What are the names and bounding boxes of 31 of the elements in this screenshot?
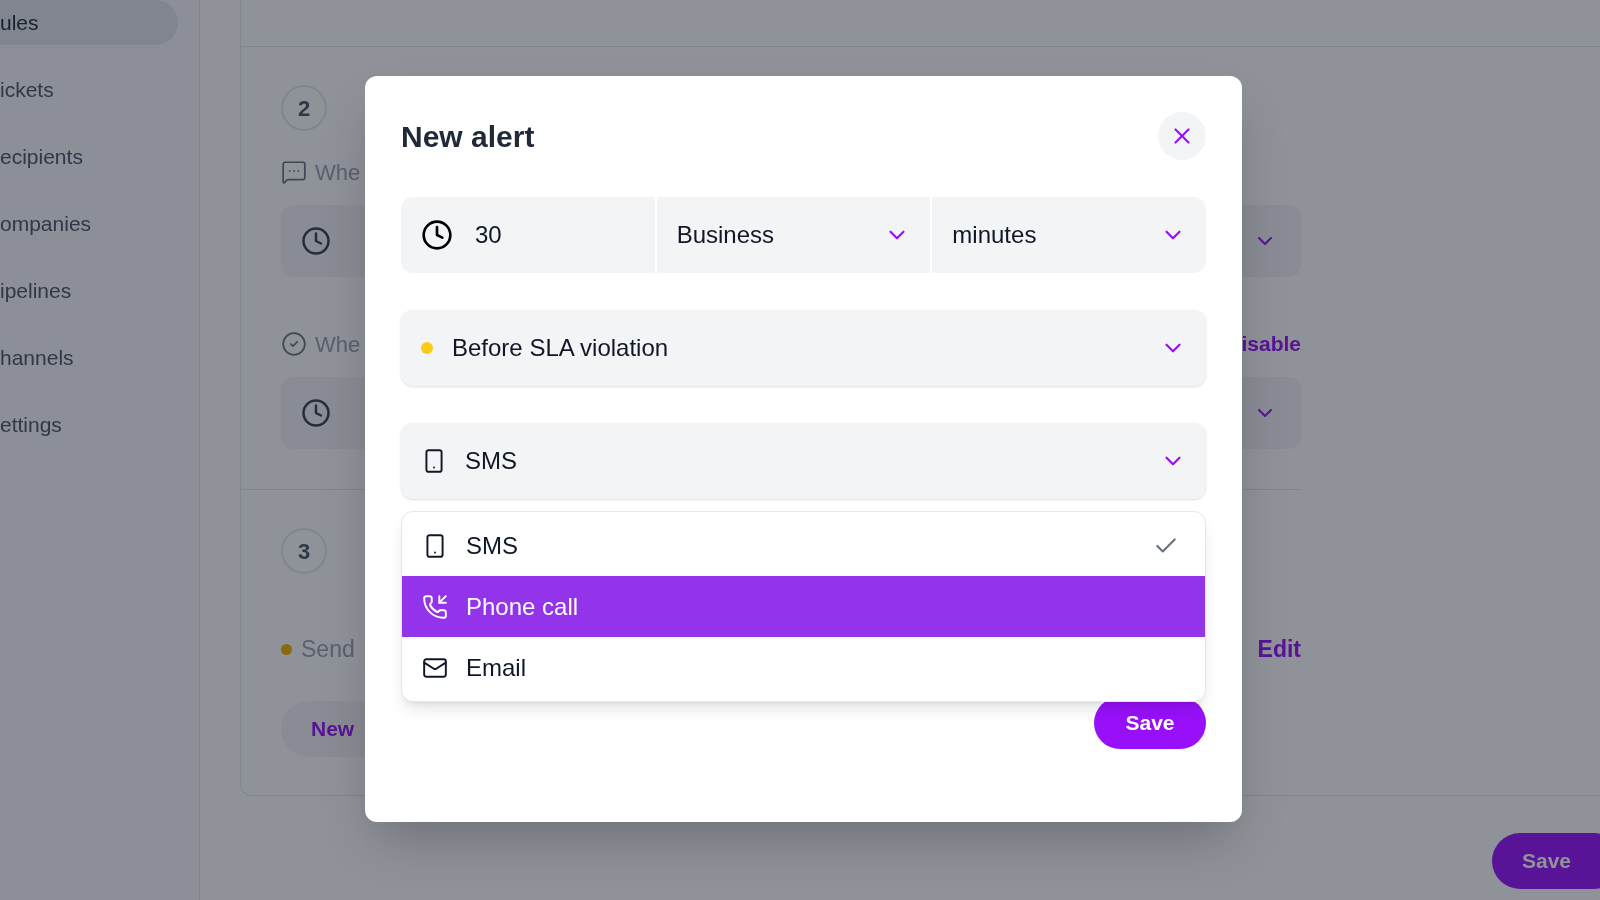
check-circle-icon [281, 331, 307, 357]
disable-link[interactable]: isable [1241, 328, 1301, 360]
clock-icon [301, 226, 331, 256]
channel-select[interactable]: SMS [401, 423, 1206, 499]
incoming-call-icon [422, 593, 448, 620]
hours-type-select[interactable]: Business [656, 197, 931, 273]
chat-icon [281, 159, 307, 185]
step-number: 2 [281, 85, 327, 131]
sidebar-item[interactable]: ecipients [0, 134, 178, 179]
dialog-title: New alert [401, 118, 535, 155]
sidebar-item[interactable]: ettings [0, 402, 178, 447]
dropdown-option[interactable]: Email [402, 637, 1205, 698]
sidebar-item[interactable]: ompanies [0, 201, 178, 246]
dropdown-option[interactable]: SMS [402, 515, 1205, 576]
clock-icon [421, 219, 453, 251]
unit-select[interactable]: minutes [932, 197, 1206, 273]
step-number: 3 [281, 528, 327, 574]
duration-value: 30 [475, 220, 502, 250]
save-button[interactable]: Save [1492, 833, 1600, 889]
duration-field[interactable]: 30 [401, 197, 655, 273]
clock-icon [301, 398, 331, 428]
sidebar-item[interactable]: ules [0, 0, 178, 45]
dropdown-option[interactable]: Phone call [402, 576, 1205, 637]
close-button[interactable] [1158, 112, 1206, 160]
channel-label: SMS [465, 446, 517, 476]
sidebar-item[interactable]: ipelines [0, 268, 178, 313]
edit-link[interactable]: Edit [1257, 631, 1301, 667]
sidebar-item[interactable]: ickets [0, 67, 178, 112]
sidebar-item[interactable]: hannels [0, 335, 178, 380]
trigger-label: Before SLA violation [452, 333, 669, 363]
trigger-select[interactable]: Before SLA violation [401, 310, 1206, 386]
